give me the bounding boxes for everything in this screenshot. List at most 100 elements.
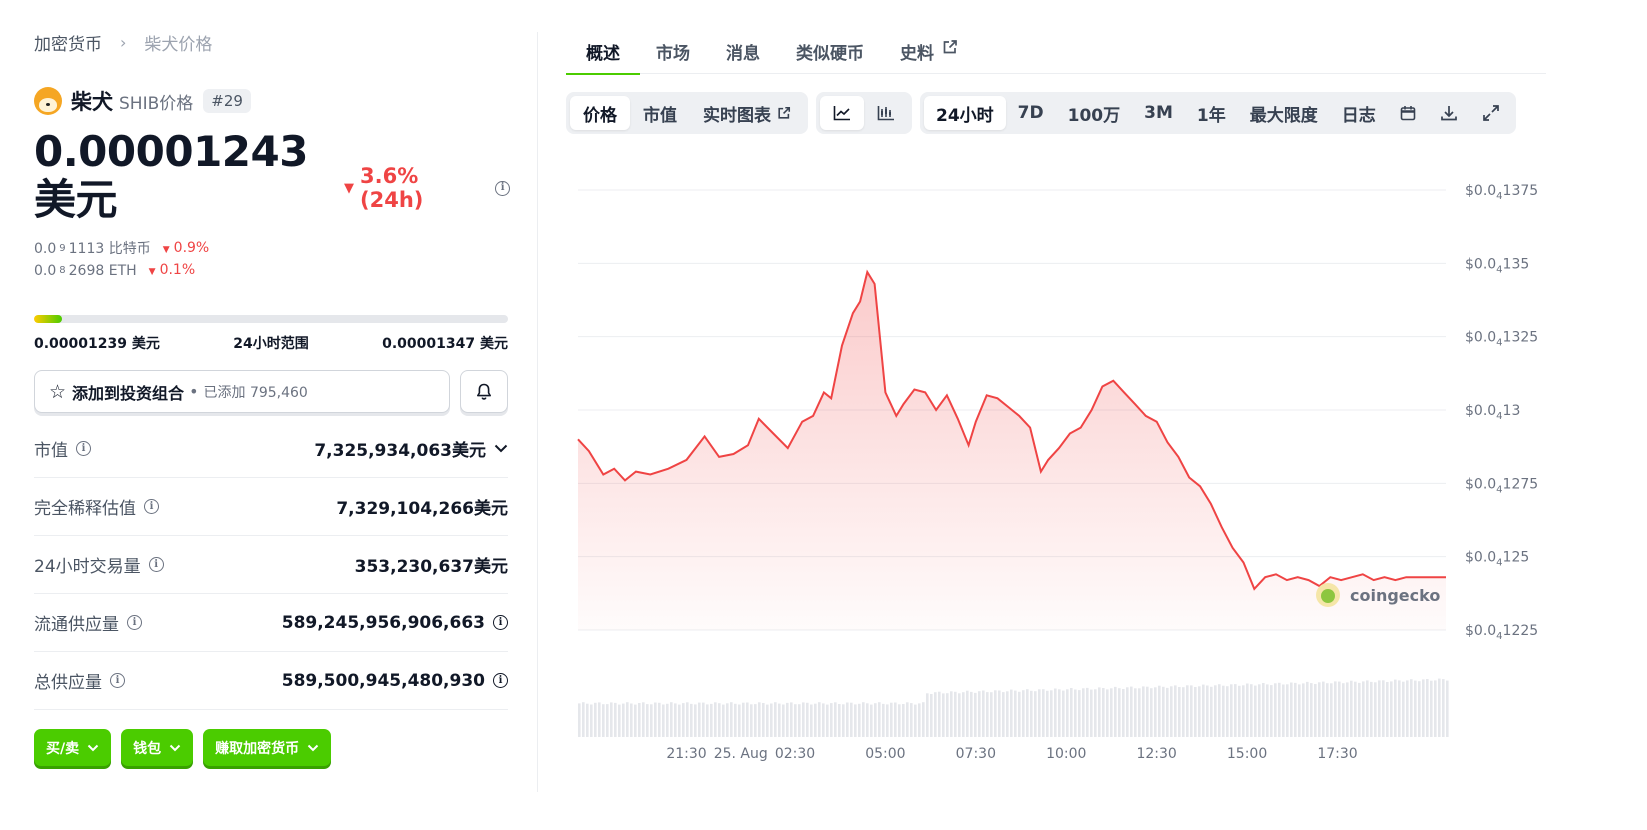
volume-bar	[806, 702, 809, 737]
range-log[interactable]: 日志	[1330, 96, 1388, 130]
volume-bar	[858, 703, 861, 737]
tab-historical-data[interactable]: 史料	[900, 30, 958, 74]
volume-bar	[666, 703, 669, 737]
chevron-down-icon	[87, 744, 99, 751]
volume-bar	[1154, 687, 1157, 737]
volume-bar	[650, 704, 653, 737]
info-icon[interactable]: i	[127, 615, 142, 630]
volume-bar	[710, 703, 713, 737]
calendar-button[interactable]	[1388, 96, 1428, 130]
volume-bar	[930, 694, 933, 737]
candlestick-button[interactable]	[864, 96, 908, 130]
coin-header: 柴犬 SHIB价格 #29	[34, 86, 251, 116]
tab-news[interactable]: 消息	[726, 30, 760, 74]
volume-bar	[1022, 690, 1025, 737]
volume-bar	[946, 693, 949, 737]
buy-sell-button[interactable]: 买/卖	[34, 729, 112, 766]
x-tick-label: 07:30	[956, 746, 996, 762]
info-icon[interactable]: i	[76, 441, 91, 456]
tab-similar-coins[interactable]: 类似硬币	[796, 30, 864, 74]
volume-bar	[702, 702, 705, 737]
chart-toolbar: 价格 市值 实时图表 24小时 7D 100万 3M 1年 最大限度 日志	[566, 91, 1546, 135]
wallet-label: 钱包	[133, 740, 162, 757]
range-24h[interactable]: 24小时	[924, 96, 1006, 130]
chart-type-market-cap[interactable]: 市值	[630, 96, 690, 130]
eth-change: ▼ 0.1%	[149, 260, 196, 282]
download-button[interactable]	[1428, 96, 1470, 130]
info-icon[interactable]: i	[493, 673, 508, 688]
volume-bar	[774, 702, 777, 737]
info-icon[interactable]: i	[495, 180, 510, 196]
volume-bar	[1042, 689, 1045, 737]
chart-type-price[interactable]: 价格	[570, 96, 630, 130]
calendar-icon	[1400, 106, 1416, 121]
live-chart-label: 实时图表	[703, 105, 771, 126]
volume-bar	[1358, 682, 1361, 737]
shiba-logo-icon	[34, 87, 62, 115]
volume-bar	[754, 704, 757, 737]
volume-bars	[578, 678, 1449, 737]
earn-crypto-label: 赚取加密货币	[215, 740, 300, 757]
volume-bar	[1122, 689, 1125, 737]
stat-value: 589,500,945,480,930	[281, 670, 485, 691]
volume-bar	[690, 703, 693, 737]
volume-bar	[758, 702, 761, 737]
wallet-button[interactable]: 钱包	[121, 729, 194, 766]
volume-bar	[1178, 687, 1181, 737]
volume-bar	[1170, 686, 1173, 737]
line-chart-button[interactable]	[820, 96, 864, 130]
volume-bar	[646, 704, 649, 737]
volume-bar	[1066, 689, 1069, 737]
info-icon[interactable]: i	[493, 615, 508, 630]
range-3m[interactable]: 3M	[1132, 96, 1185, 130]
breadcrumb: 加密货币 › 柴犬价格	[34, 30, 212, 55]
external-link-icon	[943, 40, 957, 54]
volume-bar	[1054, 688, 1057, 737]
volume-bar	[842, 704, 845, 737]
volume-bar	[1278, 682, 1281, 737]
volume-bar	[1402, 681, 1405, 737]
info-icon[interactable]: i	[110, 673, 125, 688]
volume-bar	[1366, 680, 1369, 737]
add-to-portfolio-label: 添加到投资组合	[72, 383, 185, 403]
volume-bar	[674, 703, 677, 737]
volume-bar	[974, 692, 977, 737]
volume-bar	[1386, 682, 1389, 737]
y-axis-labels: $0.041375 $0.04135 $0.041325 $0.0413 $0.0412…	[1465, 183, 1538, 642]
volume-bar	[1270, 685, 1273, 737]
tab-markets[interactable]: 市场	[656, 30, 690, 74]
volume-bar	[686, 702, 689, 737]
breadcrumb-parent-link[interactable]: 加密货币	[34, 30, 102, 55]
volume-bar	[1326, 683, 1329, 737]
volume-bar	[1342, 683, 1345, 737]
stat-market-cap[interactable]: 市值 i 7,325,934,063美元	[34, 420, 508, 478]
volume-bar	[1078, 690, 1081, 737]
price-alert-button[interactable]	[460, 370, 508, 413]
range-1y[interactable]: 1年	[1185, 96, 1238, 130]
volume-bar	[914, 704, 917, 737]
info-icon[interactable]: i	[148, 557, 164, 572]
time-range-group: 24小时 7D 100万 3M 1年 最大限度 日志	[920, 92, 1516, 134]
volume-bar	[1414, 680, 1417, 737]
volume-bar	[970, 691, 973, 737]
range-max[interactable]: 最大限度	[1238, 96, 1330, 130]
volume-bar	[1130, 686, 1133, 737]
range-labels: 0.00001239 美元 24小时范围 0.00001347 美元	[34, 333, 508, 353]
volume-bar	[790, 702, 793, 737]
volume-bar	[1310, 683, 1313, 737]
range-7d[interactable]: 7D	[1006, 96, 1056, 130]
y-tick-label: $0.041375	[1465, 183, 1538, 202]
chevron-down-icon[interactable]	[494, 444, 508, 453]
info-icon[interactable]: i	[144, 499, 159, 514]
volume-bar	[1106, 689, 1109, 737]
earn-crypto-button[interactable]: 赚取加密货币	[203, 729, 332, 766]
price-chart[interactable]: $0.041375 $0.04135 $0.041325 $0.0413 $0.0412…	[566, 150, 1546, 770]
volume-bar	[854, 704, 857, 737]
range-1m[interactable]: 100万	[1056, 96, 1133, 130]
tab-overview[interactable]: 概述	[566, 30, 640, 75]
chart-type-live[interactable]: 实时图表	[690, 96, 804, 130]
add-to-portfolio-button[interactable]: ☆ 添加到投资组合 • 已添加 795,460	[34, 370, 450, 413]
chart-panel: 概述 市场 消息 类似硬币 史料 价格 市值 实时图表 24小时 7D 100万…	[566, 0, 1546, 830]
volume-bar	[1186, 685, 1189, 737]
fullscreen-button[interactable]	[1470, 96, 1512, 130]
